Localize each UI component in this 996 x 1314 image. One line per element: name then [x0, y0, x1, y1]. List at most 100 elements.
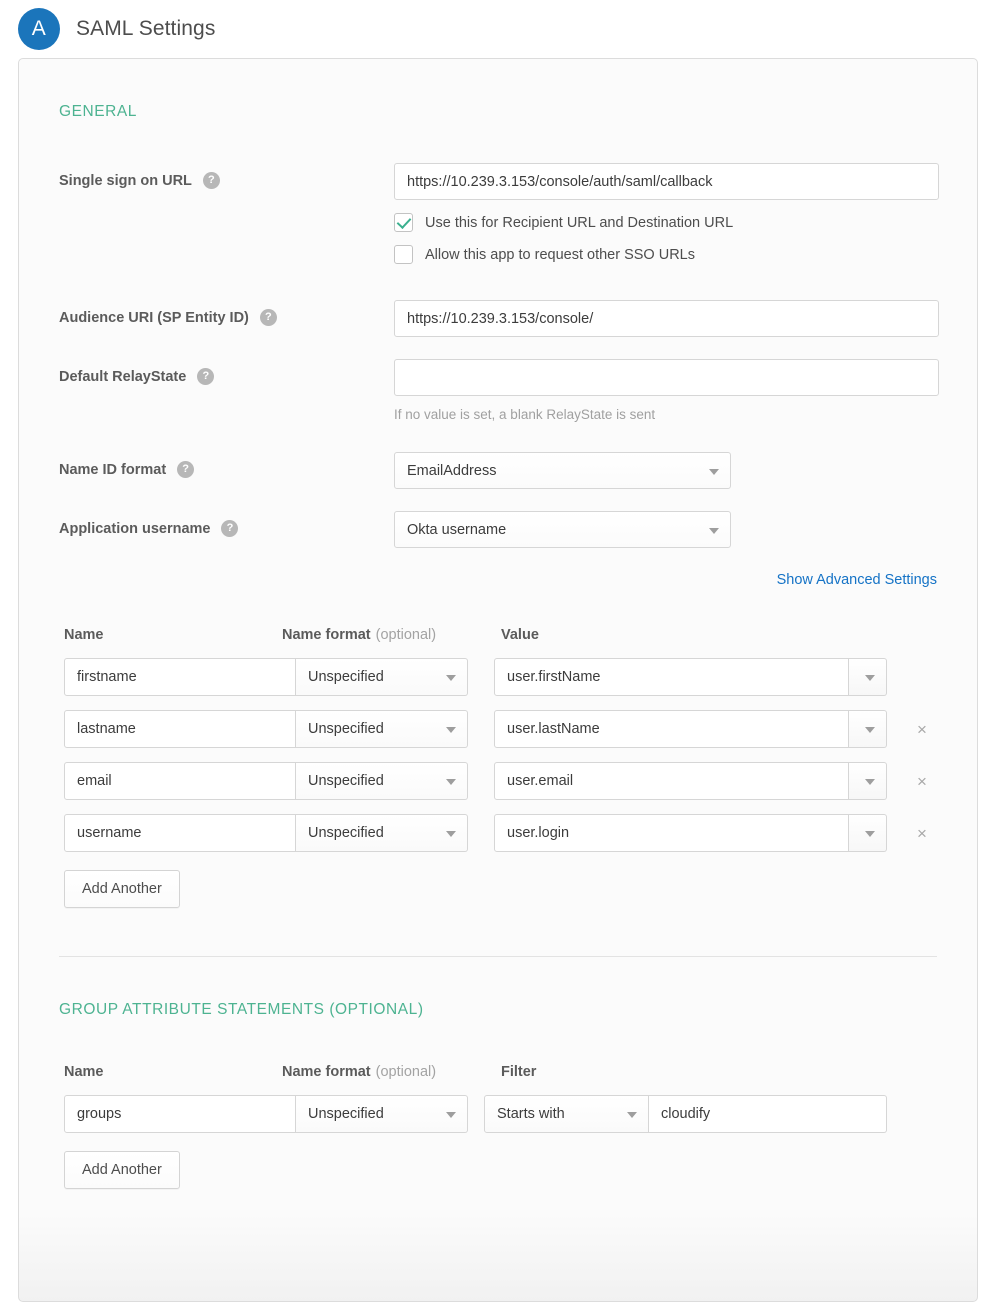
attribute-value-wrap — [494, 710, 887, 748]
recipient-url-checkbox[interactable] — [394, 213, 413, 232]
attribute-value-dropdown-button[interactable] — [849, 762, 887, 800]
attribute-value-dropdown-button[interactable] — [849, 814, 887, 852]
attribute-name-format-select[interactable]: Unspecified — [296, 658, 468, 696]
audience-uri-label-text: Audience URI (SP Entity ID) — [59, 309, 249, 326]
table-row: Unspecified × — [59, 710, 937, 748]
audience-uri-label: Audience URI (SP Entity ID) ? — [59, 300, 394, 326]
help-icon[interactable]: ? — [221, 520, 239, 537]
field-row-audience-uri: Audience URI (SP Entity ID) ? — [59, 300, 939, 337]
attribute-value-input[interactable] — [494, 710, 849, 748]
group-filter-operator-value: Starts with — [497, 1106, 565, 1122]
column-header-name-wrap: Name — [64, 626, 282, 644]
chevron-down-icon — [446, 831, 456, 837]
audience-uri-field-wrap — [394, 300, 939, 337]
avatar: A — [18, 8, 60, 50]
other-sso-urls-checkbox[interactable] — [394, 245, 413, 264]
chevron-down-icon — [446, 779, 456, 785]
column-header-name-format: Name format — [282, 627, 371, 643]
group-filter-value-input[interactable] — [649, 1095, 887, 1133]
attribute-value-wrap — [494, 658, 887, 696]
field-row-default-relaystate: Default RelayState ? If no value is set,… — [59, 359, 939, 422]
application-username-value: Okta username — [407, 521, 507, 538]
help-icon[interactable]: ? — [259, 309, 277, 326]
general-section-heading: GENERAL — [59, 103, 137, 120]
page-header: A SAML Settings — [0, 0, 996, 58]
help-icon[interactable]: ? — [177, 461, 195, 478]
attribute-name-input[interactable] — [64, 762, 296, 800]
name-id-format-select[interactable]: EmailAddress — [394, 452, 731, 489]
section-divider — [59, 956, 937, 957]
checkbox-row-other-sso-urls[interactable]: Allow this app to request other SSO URLs — [394, 245, 939, 264]
help-icon[interactable]: ? — [197, 368, 215, 385]
group-attribute-name-format-value: Unspecified — [308, 1106, 384, 1122]
attribute-name-input[interactable] — [64, 658, 296, 696]
group-attribute-header: Name Name format (optional) Filter — [59, 1063, 937, 1081]
sso-url-label: Single sign on URL ? — [59, 163, 394, 189]
attribute-name-format-select[interactable]: Unspecified — [296, 710, 468, 748]
relaystate-input[interactable] — [394, 359, 939, 396]
group-attribute-name-format-select[interactable]: Unspecified — [296, 1095, 468, 1133]
attribute-value-input[interactable] — [494, 762, 849, 800]
show-advanced-settings-link[interactable]: Show Advanced Settings — [777, 572, 937, 588]
attribute-value-input[interactable] — [494, 658, 849, 696]
group-column-header-name-format-wrap: Name format (optional) — [282, 1063, 501, 1081]
sso-url-input[interactable] — [394, 163, 939, 200]
remove-row-button[interactable]: × — [905, 721, 939, 738]
chevron-down-icon — [709, 468, 719, 475]
column-header-optional: (optional) — [375, 627, 437, 643]
chevron-down-icon — [865, 779, 875, 785]
attribute-name-input[interactable] — [64, 710, 296, 748]
add-another-group-wrap: Add Another — [59, 1151, 937, 1189]
group-filter-operator-select[interactable]: Starts with — [484, 1095, 649, 1133]
name-id-format-label-text: Name ID format — [59, 461, 167, 478]
column-header-value-wrap: Value — [501, 626, 937, 644]
group-column-header-name: Name — [64, 1064, 104, 1080]
column-header-name: Name — [64, 627, 104, 643]
field-row-name-id-format: Name ID format ? EmailAddress — [59, 452, 937, 489]
audience-uri-input[interactable] — [394, 300, 939, 337]
add-another-attribute-button[interactable]: Add Another — [64, 870, 180, 908]
application-username-label: Application username ? — [59, 511, 394, 537]
attribute-name-input[interactable] — [64, 814, 296, 852]
attribute-value-wrap — [494, 762, 887, 800]
add-another-group-button[interactable]: Add Another — [64, 1151, 180, 1189]
chevron-down-icon — [446, 1112, 456, 1118]
advanced-settings-row: Show Advanced Settings — [59, 572, 937, 588]
application-username-field-wrap: Okta username — [394, 511, 937, 548]
group-column-header-name-wrap: Name — [64, 1063, 282, 1081]
settings-card: GENERAL Single sign on URL ? Use this fo… — [18, 58, 978, 1302]
sso-url-label-text: Single sign on URL — [59, 172, 192, 189]
chevron-down-icon — [865, 831, 875, 837]
help-icon[interactable]: ? — [202, 172, 220, 189]
chevron-down-icon — [627, 1112, 637, 1118]
sso-url-field-wrap: Use this for Recipient URL and Destinati… — [394, 163, 939, 264]
attribute-value-dropdown-button[interactable] — [849, 658, 887, 696]
remove-row-button[interactable]: × — [905, 825, 939, 842]
add-another-attribute-wrap: Add Another — [59, 870, 937, 908]
attribute-name-format-value: Unspecified — [308, 825, 384, 841]
application-username-label-text: Application username — [59, 520, 211, 537]
field-row-sso-url: Single sign on URL ? Use this for Recipi… — [59, 163, 939, 264]
application-username-select[interactable]: Okta username — [394, 511, 731, 548]
chevron-down-icon — [446, 727, 456, 733]
attribute-name-format-select[interactable]: Unspecified — [296, 814, 468, 852]
other-sso-urls-checkbox-label: Allow this app to request other SSO URLs — [425, 246, 695, 263]
chevron-down-icon — [865, 727, 875, 733]
attribute-statements-header: Name Name format (optional) Value — [59, 626, 937, 644]
page-title: SAML Settings — [76, 17, 216, 40]
chevron-down-icon — [446, 675, 456, 681]
group-attribute-name-input[interactable] — [64, 1095, 296, 1133]
checkbox-row-recipient-url[interactable]: Use this for Recipient URL and Destinati… — [394, 213, 939, 232]
relaystate-label: Default RelayState ? — [59, 359, 394, 385]
saml-settings-page: A SAML Settings GENERAL Single sign on U… — [0, 0, 996, 1314]
attribute-name-format-value: Unspecified — [308, 669, 384, 685]
attribute-value-input[interactable] — [494, 814, 849, 852]
table-row: Unspecified — [59, 658, 937, 696]
group-column-header-name-format: Name format — [282, 1064, 371, 1080]
column-header-value: Value — [501, 627, 539, 643]
remove-row-button[interactable]: × — [905, 773, 939, 790]
relaystate-field-wrap: If no value is set, a blank RelayState i… — [394, 359, 939, 422]
attribute-name-format-select[interactable]: Unspecified — [296, 762, 468, 800]
relaystate-hint: If no value is set, a blank RelayState i… — [394, 407, 656, 422]
attribute-value-dropdown-button[interactable] — [849, 710, 887, 748]
